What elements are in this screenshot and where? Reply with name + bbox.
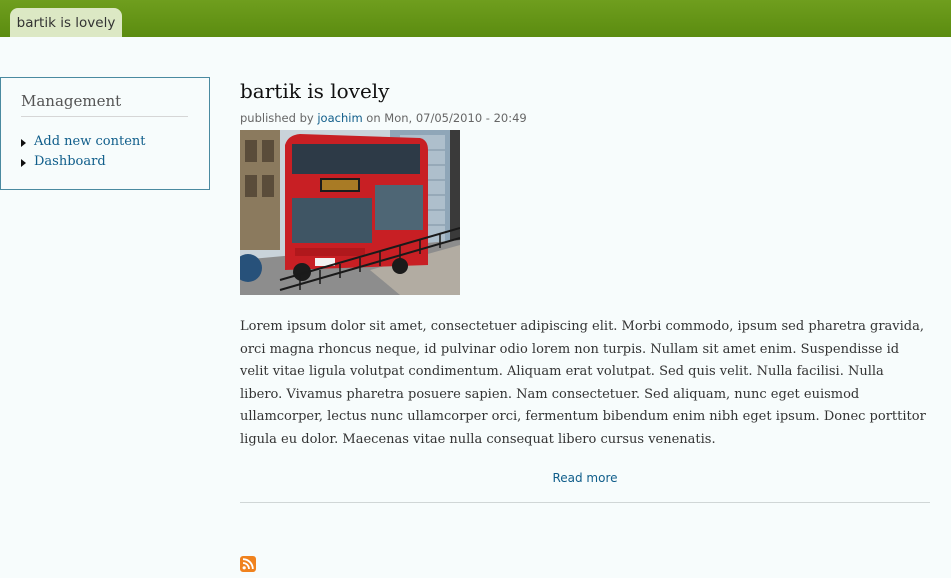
bus-photo: [240, 130, 460, 295]
meta-prefix: published by: [240, 111, 318, 125]
article-body: Lorem ipsum dolor sit amet, consectetuer…: [240, 319, 926, 447]
read-more-link[interactable]: Read more: [240, 470, 930, 486]
menu-item-add-new-content[interactable]: Add new content: [21, 132, 145, 152]
management-menu: Add new content Dashboard: [21, 132, 145, 172]
meta-date: on Mon, 07/05/2010 - 20:49: [362, 111, 527, 125]
rss-icon[interactable]: [240, 556, 256, 572]
bullet-arrow-icon: [21, 139, 26, 147]
bullet-arrow-icon: [21, 159, 26, 167]
article-divider: [240, 501, 930, 503]
block-divider: [21, 116, 188, 117]
management-block: Management Add new content Dashboard: [0, 77, 210, 190]
article-meta: published by joachim on Mon, 07/05/2010 …: [240, 111, 930, 125]
menu-item-label[interactable]: Add new content: [34, 134, 145, 149]
header-bar: bartik is lovely: [0, 0, 951, 37]
menu-item-label[interactable]: Dashboard: [34, 154, 106, 169]
main-content: bartik is lovely published by joachim on…: [240, 76, 930, 503]
article-title[interactable]: bartik is lovely: [240, 76, 930, 106]
author-link[interactable]: joachim: [317, 111, 362, 125]
menu-item-dashboard[interactable]: Dashboard: [21, 152, 145, 172]
tab-home[interactable]: bartik is lovely: [10, 8, 122, 37]
block-title: Management: [21, 92, 122, 110]
